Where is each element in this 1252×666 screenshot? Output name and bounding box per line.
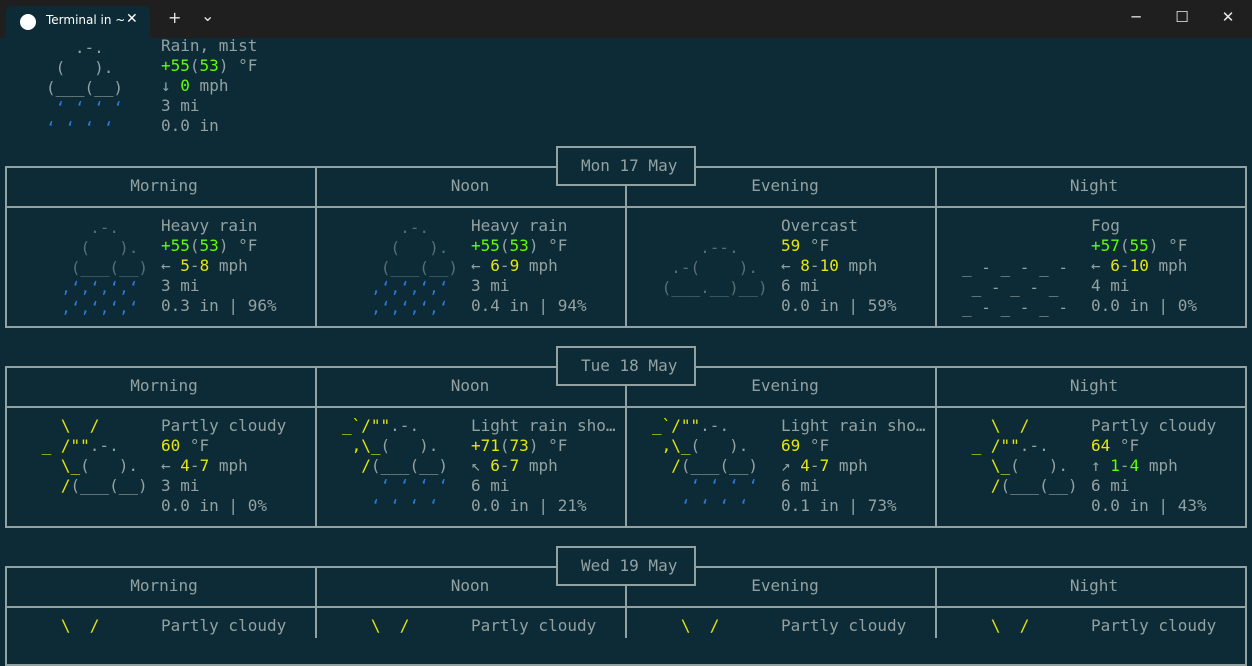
current-feels: 53 <box>199 56 219 75</box>
period-description: Partly cloudy <box>781 616 907 635</box>
title-bar: Terminal in ~ ✕ + ⌄ ─ ☐ ✕ <box>0 0 1252 38</box>
partly-cloudy-icon: \ / <box>652 616 720 635</box>
fog-icon: _ - _ - _ - _ - _ - _ _ - _ - _ - <box>962 258 1068 317</box>
tab-terminal[interactable]: Terminal in ~ ✕ <box>6 6 150 38</box>
period-header: Night <box>1069 376 1119 395</box>
period-details: Partly cloudy 60 °F ← 4-7 mph 3 mi 0.0 i… <box>161 416 287 515</box>
period-details: Heavy rain +55(53) °F ← 6-9 mph 3 mi 0.4… <box>471 216 587 315</box>
period-header: Night <box>1069 576 1119 595</box>
current-wind: 0 <box>180 76 190 95</box>
light-rain-icon: _`/"".-. ,\_( ). /(___(__) ‘ ‘ ‘ ‘ ‘ ‘ ‘… <box>652 416 758 515</box>
partly-cloudy-icon: \ / <box>342 616 410 635</box>
maximize-button[interactable]: ☐ <box>1159 8 1205 26</box>
date-label: Wed 19 May <box>581 556 678 575</box>
partly-cloudy-icon: \ / <box>32 616 100 635</box>
wind-direction-icon: ↓ <box>161 76 171 95</box>
minimize-button[interactable]: ─ <box>1113 8 1159 26</box>
heavy-rain-icon: .-. ( ). (___(__) ‚ʻ‚ʻ‚ʻ‚ʻ ‚ʻ‚ʻ‚ʻ‚ʻ <box>352 218 458 317</box>
terminal-output[interactable]: .-. ( ). (___(__) ‘ ‘ ‘ ‘ ‘ ‘ ‘ ‘ Rain, … <box>0 36 1252 666</box>
period-header: Evening <box>751 176 819 195</box>
period-header: Noon <box>450 576 490 595</box>
new-tab-button[interactable]: + <box>168 8 181 27</box>
close-button[interactable]: ✕ <box>1205 8 1251 26</box>
period-description: Partly cloudy <box>161 616 287 635</box>
current-description: Rain, mist <box>161 36 258 55</box>
period-header: Noon <box>450 376 490 395</box>
period-details: Overcast 59 °F ← 8-10 mph 6 mi 0.0 in | … <box>781 216 897 315</box>
period-details: Fog +57(55) °F ← 6-10 mph 4 mi 0.0 in | … <box>1091 216 1197 315</box>
period-header: Night <box>1069 176 1119 195</box>
current-visibility: 3 mi <box>161 96 200 115</box>
divider <box>625 166 627 328</box>
tab-title: Terminal in ~ <box>46 13 126 27</box>
divider <box>625 366 627 528</box>
current-precip: 0.0 in <box>161 116 219 135</box>
light-rain-icon: _`/"".-. ,\_( ). /(___(__) ‘ ‘ ‘ ‘ ‘ ‘ ‘… <box>342 416 448 515</box>
rain-cloud-art: .-. ( ). (___(__) ‘ ‘ ‘ ‘ ‘ ‘ ‘ ‘ <box>46 38 124 137</box>
period-details: Heavy rain +55(53) °F ← 5-8 mph 3 mi 0.3… <box>161 216 277 315</box>
period-header: Morning <box>130 576 198 595</box>
current-temp: +55 <box>161 56 190 75</box>
period-header: Noon <box>450 176 490 195</box>
heavy-rain-icon: .-. ( ). (___(__) ‚ʻ‚ʻ‚ʻ‚ʻ ‚ʻ‚ʻ‚ʻ‚ʻ <box>42 218 148 317</box>
current-wind-line: ↓ 0 mph <box>161 76 228 96</box>
current-wind-unit: mph <box>189 76 229 95</box>
partly-cloudy-icon: \ / <box>962 616 1030 635</box>
period-header: Morning <box>130 176 198 195</box>
partly-cloudy-icon: \ / _ /"".-. \_( ). /(___(__) <box>32 416 148 495</box>
overcast-icon: .--. .-( ). (___.__)__) <box>652 238 768 297</box>
partly-cloudy-icon: \ / _ /"".-. \_( ). /(___(__) <box>962 416 1078 495</box>
date-label: Mon 17 May <box>581 156 678 175</box>
period-details: Partly cloudy 64 °F ↑ 1-4 mph 6 mi 0.0 i… <box>1091 416 1217 515</box>
period-header: Evening <box>751 576 819 595</box>
date-label: Tue 18 May <box>581 356 678 375</box>
period-description: Partly cloudy <box>471 616 597 635</box>
period-header: Morning <box>130 376 198 395</box>
period-description: Partly cloudy <box>1091 616 1217 635</box>
terminal-icon <box>20 14 36 30</box>
period-details: Light rain sho… +71(73) °F ↖ 6-7 mph 6 m… <box>471 416 616 515</box>
tab-dropdown-button[interactable]: ⌄ <box>201 6 214 25</box>
current-temp-unit: °F <box>228 56 258 75</box>
period-details: Light rain sho… 69 °F ↗ 4-7 mph 6 mi 0.1… <box>781 416 926 515</box>
period-header: Evening <box>751 376 819 395</box>
tab-close-icon[interactable]: ✕ <box>126 11 138 27</box>
current-temp-line: +55(53) °F <box>161 56 258 75</box>
